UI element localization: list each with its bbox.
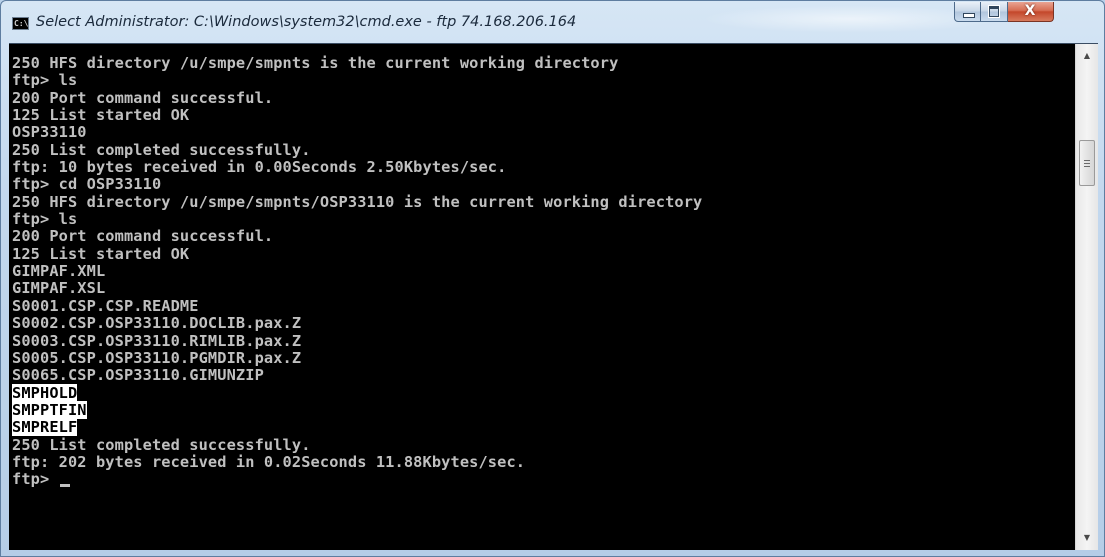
vertical-scrollbar[interactable]: ▲ ▼	[1075, 44, 1098, 550]
scroll-down-arrow-icon[interactable]: ▼	[1076, 528, 1098, 548]
console-line: 125 List started OK	[12, 244, 702, 263]
console-line: 250 HFS directory /u/smpe/smpnts is the …	[12, 54, 702, 72]
console-line-text: S0001.CSP.CSP.README	[12, 296, 199, 315]
console-line-text: ftp: 202 bytes received in 0.02Seconds 1…	[12, 452, 526, 471]
console-line: ftp> cd OSP33110	[12, 176, 702, 193]
console-line-text: GIMPAF.XSL	[12, 279, 106, 298]
console-line-text: 250 HFS directory /u/smpe/smpnts is the …	[12, 54, 619, 72]
maximize-icon	[988, 5, 1000, 18]
scroll-thumb[interactable]	[1079, 140, 1095, 186]
console-line-text: 200 Port command successful.	[12, 227, 274, 246]
console-line: SMPRELF	[12, 418, 702, 437]
console-line: 200 Port command successful.	[12, 88, 702, 107]
cmd-icon-text: C:\	[14, 19, 29, 28]
window-controls: X	[954, 2, 1054, 23]
minimize-button[interactable]	[954, 2, 981, 22]
console-output[interactable]: 250 HFS directory /u/smpe/smpnts is the …	[9, 44, 1075, 550]
console-line-text: 125 List started OK	[12, 106, 190, 125]
console-line-text: OSP33110	[12, 123, 87, 142]
console-line-text: S0002.CSP.OSP33110.DOCLIB.pax.Z	[12, 314, 302, 333]
selected-text: SMPPTFIN	[12, 400, 87, 419]
console-line: OSP33110	[12, 124, 702, 141]
console-line: 125 List started OK	[12, 106, 702, 125]
console-line: S0001.CSP.CSP.README	[12, 296, 702, 315]
console-line: S0005.CSP.OSP33110.PGMDIR.pax.Z	[12, 348, 702, 367]
console-line: ftp> ls	[12, 72, 702, 89]
window-title: Select Administrator: C:\Windows\system3…	[36, 14, 577, 30]
console-line-text: ftp: 10 bytes received in 0.00Seconds 2.…	[12, 158, 507, 177]
scroll-thumb-grip	[1084, 163, 1090, 164]
selected-text: SMPHOLD	[12, 383, 78, 402]
console-line-text: 250 List completed successfully.	[12, 435, 311, 454]
minimize-icon	[963, 13, 975, 18]
console-line: 250 HFS directory /u/smpe/smpnts/OSP3311…	[12, 192, 703, 211]
console-lines: 250 HFS directory /u/smpe/smpnts is the …	[12, 54, 703, 489]
console-line: SMPPTFIN	[12, 400, 702, 419]
console-line-text: S0005.CSP.OSP33110.PGMDIR.pax.Z	[12, 348, 302, 367]
console-line: S0065.CSP.OSP33110.GIMUNZIP	[12, 367, 702, 384]
title-bar[interactable]: C:\ Select Administrator: C:\Windows\sys…	[1, 1, 1104, 43]
console-line: ftp: 202 bytes received in 0.02Seconds 1…	[12, 452, 702, 471]
console-line: S0003.CSP.OSP33110.RIMLIB.pax.Z	[12, 331, 702, 350]
close-icon: X	[1024, 3, 1036, 19]
console-line-text: GIMPAF.XML	[12, 262, 106, 281]
maximize-button[interactable]	[981, 2, 1008, 22]
console-line: ftp: 10 bytes received in 0.00Seconds 2.…	[12, 158, 702, 177]
console-frame: 250 HFS directory /u/smpe/smpnts is the …	[9, 43, 1098, 550]
console-line: SMPHOLD	[12, 383, 702, 402]
selected-text: SMPRELF	[12, 418, 78, 437]
console-line: 200 Port command successful.	[12, 228, 702, 245]
close-button[interactable]: X	[1008, 2, 1054, 22]
text-cursor	[59, 484, 70, 488]
console-line-text: ftp> cd OSP33110	[12, 175, 162, 194]
scroll-up-arrow-icon[interactable]: ▲	[1076, 46, 1098, 66]
console-line: 250 List completed successfully.	[12, 140, 702, 159]
console-line-text: S0003.CSP.OSP33110.RIMLIB.pax.Z	[12, 331, 302, 350]
console-line: 250 List completed successfully.	[12, 435, 702, 454]
scroll-thumb-grip	[1084, 166, 1090, 167]
console-line: S0002.CSP.OSP33110.DOCLIB.pax.Z	[12, 314, 702, 333]
console-line-text: ftp> ls	[12, 210, 78, 229]
console-line: ftp>	[12, 471, 702, 488]
console-line-text: S0065.CSP.OSP33110.GIMUNZIP	[12, 366, 264, 385]
console-line-text: ftp> ls	[12, 71, 78, 90]
console-window: C:\ Select Administrator: C:\Windows\sys…	[0, 0, 1105, 557]
console-line: GIMPAF.XML	[12, 262, 702, 281]
console-line: GIMPAF.XSL	[12, 280, 702, 297]
cmd-icon[interactable]: C:\	[12, 17, 29, 30]
console-line-text: ftp>	[12, 470, 59, 489]
console-line-text: 200 Port command successful.	[12, 88, 274, 107]
console-line-text: 250 List completed successfully.	[12, 140, 311, 159]
scroll-thumb-grip	[1084, 160, 1090, 161]
console-line-text: 125 List started OK	[12, 244, 190, 263]
console-line: ftp> ls	[12, 210, 702, 229]
console-line-text: 250 HFS directory /u/smpe/smpnts/OSP3311…	[12, 192, 703, 211]
